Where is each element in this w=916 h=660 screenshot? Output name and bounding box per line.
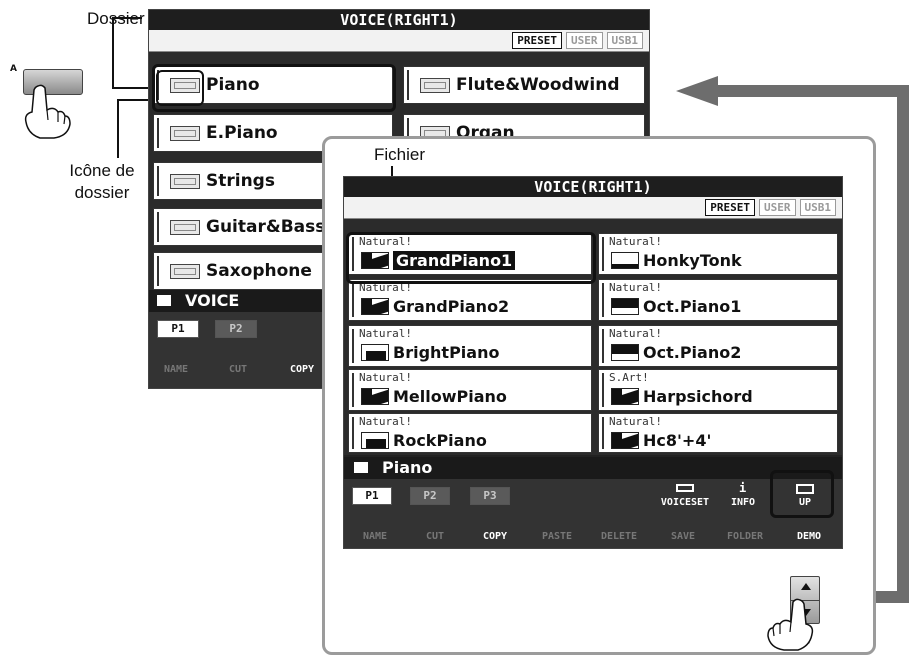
page-p1-button[interactable]: P1 xyxy=(157,320,199,338)
cut-button[interactable]: CUT xyxy=(406,519,464,543)
cut-button[interactable]: CUT xyxy=(215,352,261,376)
grand-piano-icon xyxy=(361,388,389,405)
name-button[interactable]: NAME xyxy=(153,352,199,376)
hand-button-a[interactable]: A xyxy=(6,60,106,140)
page-p2-button[interactable]: P2 xyxy=(215,320,257,338)
plug-icon xyxy=(676,484,694,492)
arrow-up-icon xyxy=(801,583,811,590)
folder-icon xyxy=(354,462,368,473)
harpsichord-icon xyxy=(611,432,639,449)
voice-oct-piano1[interactable]: Natural! Oct.Piano1 xyxy=(598,279,838,321)
delete-button[interactable]: DELETE xyxy=(590,519,648,543)
paste-button[interactable]: PASTE xyxy=(528,519,586,543)
copy-button[interactable]: COPY xyxy=(466,519,524,543)
harpsichord-icon xyxy=(611,388,639,405)
page-p3-button[interactable]: P3 xyxy=(470,487,510,505)
upright-piano-icon xyxy=(611,252,639,269)
callout-file: Fichier xyxy=(374,145,426,164)
front-screen-title: VOICE(RIGHT1) xyxy=(344,177,842,197)
hand-button-8[interactable]: 8 xyxy=(756,576,846,652)
grand-piano-icon xyxy=(361,298,389,315)
tab-usb1[interactable]: USB1 xyxy=(606,32,643,49)
folder-icon xyxy=(170,264,200,279)
back-tabs: PRESET USER USB1 xyxy=(149,30,649,52)
front-tabs: PRESET USER USB1 xyxy=(344,197,842,219)
voice-rockpiano[interactable]: Natural! RockPiano xyxy=(348,413,592,453)
piano-icon xyxy=(611,298,639,315)
info-button[interactable]: i INFO xyxy=(720,481,766,511)
folder-icon xyxy=(170,220,200,235)
front-bottom-panel: P1 P2 P3 VOICESET i INFO UP NAME CUT COP… xyxy=(344,479,842,548)
pointing-hand-icon xyxy=(24,84,71,139)
voice-grandpiano2[interactable]: Natural! GrandPiano2 xyxy=(348,279,592,321)
voice-honkytonk[interactable]: Natural! HonkyTonk xyxy=(598,233,838,275)
voice-harpsichord[interactable]: S.Art! Harpsichord xyxy=(598,369,838,411)
folder-icon xyxy=(420,78,450,93)
voice-mellowpiano[interactable]: Natural! MellowPiano xyxy=(348,369,592,411)
highlight-folder-icon xyxy=(156,70,204,106)
voice-oct-piano2[interactable]: Natural! Oct.Piano2 xyxy=(598,325,838,367)
copy-button[interactable]: COPY xyxy=(279,352,325,376)
tab-user[interactable]: USER xyxy=(759,199,796,216)
name-button[interactable]: NAME xyxy=(346,519,404,543)
voice-brightpiano[interactable]: Natural! BrightPiano xyxy=(348,325,592,367)
folder-icon xyxy=(157,295,171,306)
front-path-bar: Piano xyxy=(344,457,842,479)
pointing-hand-icon xyxy=(767,598,814,651)
tab-preset[interactable]: PRESET xyxy=(705,199,755,216)
voiceset-button[interactable]: VOICESET xyxy=(656,481,714,511)
demo-button[interactable]: DEMO xyxy=(780,519,838,543)
folder-icon xyxy=(170,174,200,189)
folder-icon xyxy=(170,126,200,141)
tab-usb1[interactable]: USB1 xyxy=(799,199,836,216)
tab-user[interactable]: USER xyxy=(566,32,603,49)
grand-piano-icon xyxy=(361,432,389,449)
folder-button[interactable]: FOLDER xyxy=(716,519,774,543)
grand-piano-icon xyxy=(361,344,389,361)
page-p1-button[interactable]: P1 xyxy=(352,487,392,505)
piano-icon xyxy=(611,344,639,361)
save-button[interactable]: SAVE xyxy=(654,519,712,543)
tab-preset[interactable]: PRESET xyxy=(512,32,562,49)
folder-flute-woodwind[interactable]: Flute&Woodwind xyxy=(403,66,645,104)
info-icon: i xyxy=(739,481,747,495)
back-screen-title: VOICE(RIGHT1) xyxy=(149,10,649,30)
highlight-grandpiano1 xyxy=(346,232,596,284)
voice-hc8-4[interactable]: Natural! Hc8'+4' xyxy=(598,413,838,453)
page-p2-button[interactable]: P2 xyxy=(410,487,450,505)
highlight-up-button xyxy=(770,470,834,518)
